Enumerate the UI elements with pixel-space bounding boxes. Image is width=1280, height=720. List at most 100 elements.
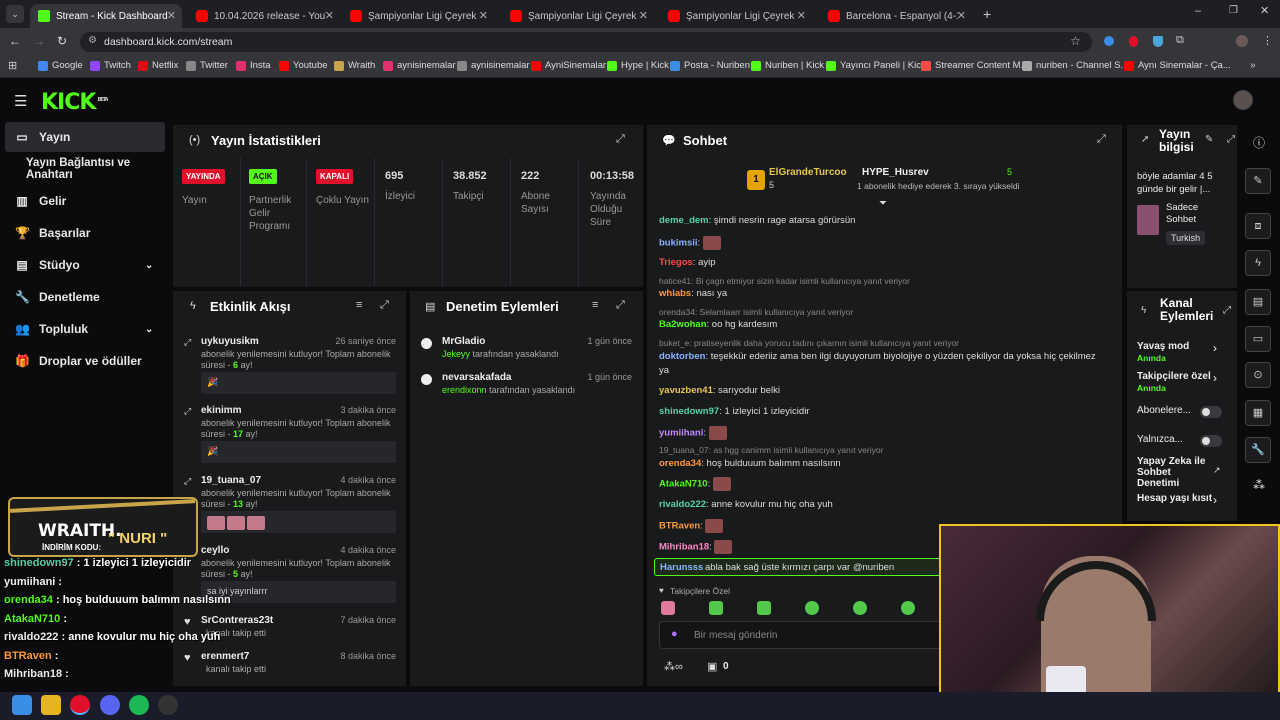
bookmark-item[interactable]: AyniSinemalar	[531, 60, 606, 71]
expand-icon[interactable]: ⤢	[616, 299, 625, 312]
sidebar-item-6[interactable]: 👥 Topluluk ⌄	[5, 314, 165, 344]
chat-username[interactable]: Triegos	[659, 257, 693, 268]
emote-shortcut-icon[interactable]	[757, 601, 771, 615]
chat-username[interactable]: doktorben	[659, 351, 705, 362]
moderator-name[interactable]: Jekeyy	[442, 349, 470, 359]
expand-icon[interactable]: ⤢	[1223, 305, 1231, 316]
bookmark-item[interactable]: Wraith	[334, 60, 375, 71]
pen-icon[interactable]: ✎	[1245, 168, 1271, 194]
sidebar-item-1[interactable]: Yayın Bağlantısı ve Anahtarı	[5, 154, 173, 184]
puzzle-icon[interactable]: ⧉	[1176, 34, 1184, 47]
event-username[interactable]: ceyllo	[201, 545, 229, 556]
collapse-pinned-icon[interactable]: ⏷	[879, 198, 887, 209]
chat-username[interactable]: yavuzben41	[659, 385, 713, 396]
expand-icon[interactable]: ⤢	[616, 133, 625, 146]
channel-action-label[interactable]: Hesap yaşı kısıt	[1137, 493, 1217, 504]
broadcast-icon[interactable]: ⊙	[1245, 362, 1271, 388]
event-username[interactable]: 19_tuana_07	[201, 475, 261, 486]
language-tag[interactable]: Turkish	[1166, 231, 1206, 245]
new-tab-button[interactable]: +	[983, 6, 991, 22]
discord-icon[interactable]	[100, 695, 120, 715]
chevron-right-icon[interactable]: ›	[1213, 371, 1217, 385]
gift-icon[interactable]: ▣	[707, 660, 717, 673]
sidebar-item-3[interactable]: 🏆 Başarılar	[5, 218, 165, 248]
edit-icon[interactable]: ✎	[1205, 134, 1213, 145]
bookmark-item[interactable]: nuriben - Channel S...	[1022, 60, 1128, 71]
expand-icon[interactable]: ⤢	[380, 299, 389, 312]
chat-username[interactable]: Mihriban18	[659, 542, 709, 553]
extension-icon[interactable]	[1153, 36, 1163, 47]
mic-icon[interactable]: ●	[671, 628, 678, 640]
window-close-button[interactable]: ✕	[1260, 4, 1269, 17]
expand-icon[interactable]: ⤢	[1097, 133, 1106, 146]
bookmark-star-icon[interactable]: ☆	[1070, 34, 1081, 48]
tab-close-icon[interactable]: ✕	[325, 9, 334, 22]
windows-start-icon[interactable]	[12, 695, 32, 715]
category-name[interactable]: Sadece Sohbet	[1166, 202, 1211, 226]
chat-username[interactable]: shinedown97	[659, 406, 719, 417]
toggle-switch[interactable]	[1200, 435, 1222, 447]
forward-icon[interactable]: →	[33, 34, 45, 48]
expand-icon[interactable]: ⤢	[1227, 134, 1235, 145]
file-explorer-icon[interactable]	[41, 695, 61, 715]
channel-action-label[interactable]: Yapay Zeka ile Sohbet Denetimi	[1137, 456, 1207, 489]
bookmark-item[interactable]: aynisinemalar	[457, 60, 530, 71]
emote-shortcut-icon[interactable]	[709, 601, 723, 615]
banned-user[interactable]: MrGladio	[442, 336, 485, 347]
tab-close-icon[interactable]: ✕	[957, 9, 966, 22]
banned-user[interactable]: nevarsakafada	[442, 372, 512, 383]
sidebar-item-0[interactable]: ▭ Yayın	[5, 122, 165, 152]
window-minimize-button[interactable]: –	[1195, 5, 1201, 17]
bookmark-item[interactable]: Netflix	[138, 60, 178, 71]
tab-close-icon[interactable]: ✕	[797, 9, 806, 22]
bookmark-item[interactable]: Hype | Kick	[607, 60, 669, 71]
toggle-switch[interactable]	[1200, 406, 1222, 418]
event-username[interactable]: SrContreras23t	[201, 615, 273, 626]
gifter-name[interactable]: ElGrandeTurcoo	[769, 167, 847, 178]
bookmark-item[interactable]: Twitter	[186, 60, 228, 71]
apps-icon[interactable]: ⁂	[1253, 478, 1265, 492]
extension-icon[interactable]	[1104, 36, 1114, 46]
user-avatar[interactable]	[1233, 90, 1253, 110]
bookmark-item[interactable]: aynisinemalar	[383, 60, 456, 71]
chevron-right-icon[interactable]: ›	[1213, 341, 1217, 355]
emote-shortcut-icon[interactable]	[661, 601, 675, 615]
tab-close-icon[interactable]: ✕	[639, 9, 648, 22]
emote-shortcut-icon[interactable]	[853, 601, 867, 615]
bookmark-item[interactable]: Posta - Nuriben	[670, 60, 750, 71]
chat-username[interactable]: bukimsii	[659, 238, 698, 249]
chat-username[interactable]: rivaldo222	[659, 499, 706, 510]
chat-icon[interactable]: ▭	[1245, 326, 1271, 352]
browser-tab[interactable]: Şampiyonlar Ligi Çeyrek Final |✕	[502, 4, 654, 28]
browser-tab[interactable]: Barcelona - Espanyol (4-1) - Ma✕	[820, 4, 972, 28]
channel-action-label[interactable]: Takipçilere özel	[1137, 371, 1217, 382]
emote-shortcut-icon[interactable]	[805, 601, 819, 615]
hamburger-menu-icon[interactable]: ☰	[14, 92, 27, 110]
sidebar-item-7[interactable]: 🎁 Droplar ve ödüller	[5, 346, 165, 376]
spotify-icon[interactable]	[129, 695, 149, 715]
sidebar-item-5[interactable]: 🔧 Denetleme	[5, 282, 165, 312]
event-username[interactable]: erenmert7	[201, 651, 249, 662]
back-icon[interactable]: ←	[9, 34, 21, 48]
bookmark-item[interactable]: Streamer Content M...	[921, 60, 1028, 71]
chrome-icon[interactable]	[70, 695, 90, 715]
bookmark-item[interactable]: Youtube	[279, 60, 328, 71]
bookmark-item[interactable]: Insta	[236, 60, 271, 71]
tab-close-icon[interactable]: ✕	[167, 9, 176, 22]
obs-icon[interactable]	[158, 695, 178, 715]
chevron-down-icon[interactable]: ⌄	[145, 324, 153, 335]
info-icon[interactable]: ⓘ	[1253, 134, 1265, 151]
bookmark-item[interactable]: Yayıncı Paneli | Kick	[826, 60, 926, 71]
more-bookmarks-icon[interactable]: »	[1250, 60, 1256, 71]
tab-search-button[interactable]: ⌄	[6, 5, 24, 23]
filter-icon[interactable]: ≡	[356, 299, 362, 311]
chat-username[interactable]: AtakaN710	[659, 479, 708, 490]
chat-username[interactable]: orenda34	[659, 458, 701, 469]
bookmark-item[interactable]: Google	[38, 60, 83, 71]
browser-menu-icon[interactable]: ⋮	[1262, 34, 1273, 47]
gifter-name[interactable]: HYPE_Husrev	[862, 167, 929, 178]
browser-tab[interactable]: Şampiyonlar Ligi Çeyrek Final |✕	[660, 4, 812, 28]
browser-tab[interactable]: Stream - Kick Dashboard ✕	[30, 4, 182, 28]
event-username[interactable]: uykuyusikm	[201, 336, 259, 347]
bookmark-item[interactable]: Aynı Sinemalar - Ça...	[1124, 60, 1231, 71]
